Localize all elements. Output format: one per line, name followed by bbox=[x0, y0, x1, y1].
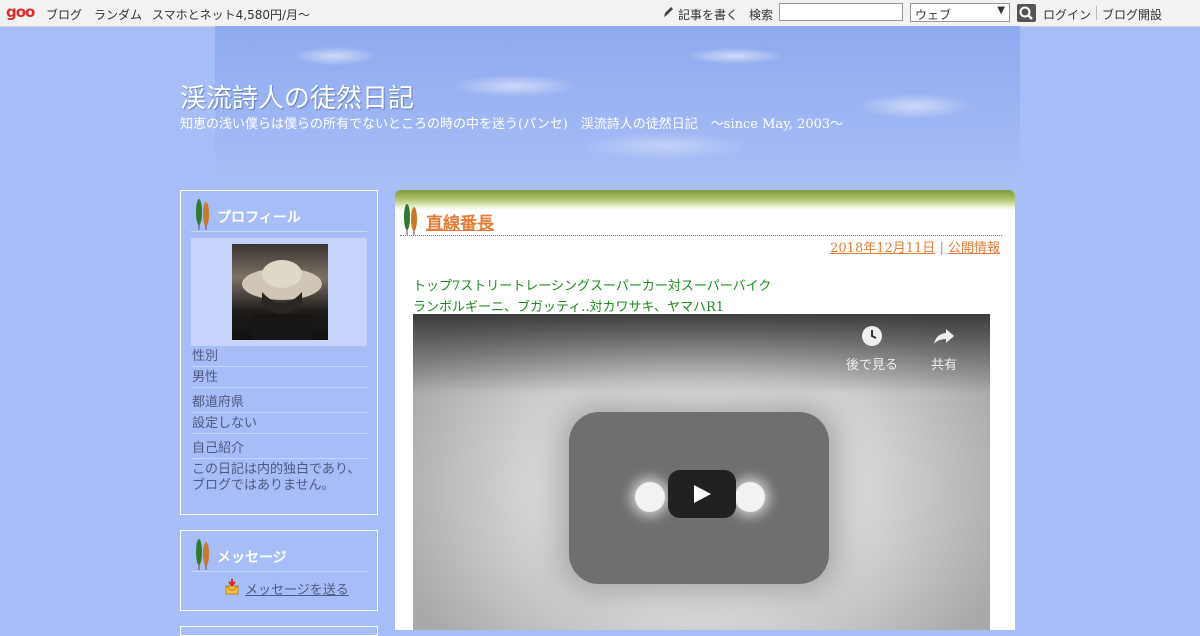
message-header: メッセージ bbox=[191, 531, 367, 572]
send-message-link[interactable]: メッセージを送る bbox=[245, 579, 349, 598]
search-label: 検索 bbox=[749, 8, 774, 22]
next-sidebar-box bbox=[180, 626, 378, 636]
profile-intro-line: この日記は内的独白であり、 bbox=[192, 462, 361, 477]
search-input[interactable] bbox=[779, 3, 903, 21]
hat-photo-graphic bbox=[242, 260, 322, 340]
nav-link-smartphone[interactable]: スマホとネット4,580円/月～ bbox=[152, 6, 310, 23]
search-button[interactable] bbox=[1017, 4, 1036, 22]
blog-title[interactable]: 渓流詩人の徒然日記 bbox=[180, 78, 414, 115]
profile-title: プロフィール bbox=[217, 210, 301, 226]
pencil-icon bbox=[664, 7, 673, 17]
watch-later-button[interactable]: 後で見る bbox=[837, 324, 907, 373]
nav-link-random[interactable]: ランダム bbox=[94, 6, 142, 23]
post-title-link[interactable]: 直線番長 bbox=[426, 209, 494, 234]
share-label: 共有 bbox=[930, 358, 957, 373]
play-button[interactable] bbox=[668, 470, 736, 518]
avatar bbox=[232, 244, 328, 340]
nav-link-blog[interactable]: ブログ bbox=[46, 6, 82, 23]
video-thumbnail-dot bbox=[635, 482, 665, 512]
share-arrow-icon bbox=[934, 329, 954, 344]
envelope-download-icon bbox=[225, 579, 239, 595]
goo-logo[interactable]: goo bbox=[6, 3, 35, 21]
profile-intro-label: 自己紹介 bbox=[191, 438, 367, 459]
open-blog-link[interactable]: ブログ開設 bbox=[1102, 6, 1162, 23]
cypress-tree-icon bbox=[404, 204, 417, 235]
share-button[interactable]: 共有 bbox=[909, 324, 979, 373]
cypress-tree-icon bbox=[196, 199, 209, 230]
goo-toolbar: goo ブログ ランダム スマホとネット4,580円/月～ 記事を書く 検索 ウ… bbox=[0, 0, 1200, 27]
profile-gender-value: 男性 bbox=[191, 367, 367, 388]
profile-prefecture-label: 都道府県 bbox=[191, 392, 367, 413]
post-meta: 2018年12月11日 | 公開情報 bbox=[830, 237, 1000, 256]
profile-header: プロフィール bbox=[191, 191, 367, 232]
profile-intro-line: ブログではありません。 bbox=[192, 478, 335, 493]
message-title: メッセージ bbox=[217, 550, 287, 566]
meta-separator: | bbox=[939, 241, 944, 256]
blog-description: 知恵の浅い僕らは僕らの所有でないところの時の中を迷う(パンセ) 渓流詩人の徒然日… bbox=[180, 117, 844, 132]
cypress-tree-icon bbox=[196, 539, 209, 570]
grass-banner bbox=[395, 190, 1015, 210]
video-thumbnail-dot bbox=[735, 482, 765, 512]
search-scope-select[interactable]: ウェブ ▼ bbox=[910, 3, 1010, 22]
play-icon bbox=[694, 485, 711, 503]
dropdown-arrow-icon: ▼ bbox=[997, 5, 1005, 16]
post-area: 直線番長 2018年12月11日 | 公開情報 トップ7ストリートレーシングスー… bbox=[395, 190, 1015, 630]
profile-gender-label: 性別 bbox=[191, 346, 367, 367]
watch-later-label: 後で見る bbox=[845, 358, 898, 373]
profile-intro-value: この日記は内的独白であり、 ブログではありません。 bbox=[191, 459, 367, 495]
toolbar-divider bbox=[1096, 6, 1097, 20]
magnifier-icon bbox=[1019, 6, 1033, 20]
write-article-link[interactable]: 記事を書く bbox=[678, 6, 738, 23]
post-text-line: トップ7ストリートレーシングスーパーカー対スーパーバイク bbox=[413, 279, 772, 294]
post-date-link[interactable]: 2018年12月11日 bbox=[830, 241, 935, 256]
clock-icon bbox=[862, 326, 882, 346]
message-box: メッセージ メッセージを送る bbox=[180, 530, 378, 611]
search-scope-value: ウェブ bbox=[915, 8, 952, 22]
login-link[interactable]: ログイン bbox=[1043, 6, 1091, 23]
profile-prefecture-value: 設定しない bbox=[191, 413, 367, 434]
post-text-line: ランボルギーニ、ブガッティ..対カワサキ、ヤマハR1 bbox=[413, 300, 725, 315]
youtube-video-player[interactable]: 後で見る 共有 bbox=[413, 314, 990, 630]
post-visibility-link[interactable]: 公開情報 bbox=[948, 241, 1000, 256]
avatar-frame bbox=[191, 238, 367, 346]
profile-box: プロフィール 性別 男性 都道府県 設定しない 自己紹介 この日記は内的独白であ… bbox=[180, 190, 378, 515]
title-divider bbox=[400, 235, 1002, 236]
